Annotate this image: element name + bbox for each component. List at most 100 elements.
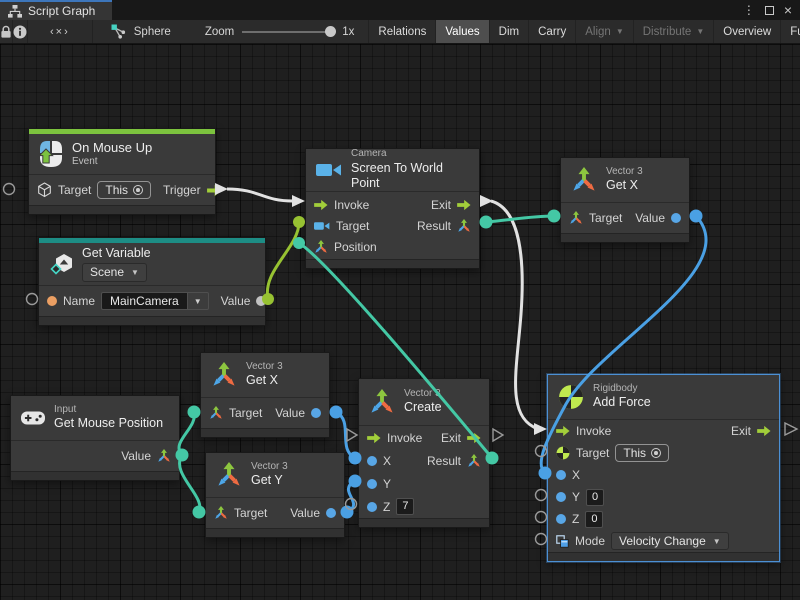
- name-port[interactable]: [47, 296, 57, 306]
- target-this-toggle[interactable]: This: [97, 181, 151, 199]
- window-close-button[interactable]: ×: [784, 2, 792, 18]
- create-exit-port: [493, 429, 503, 441]
- align-caret-icon: ▼: [616, 27, 624, 36]
- wire-variable-to-target[interactable]: [262, 216, 305, 305]
- rigidbody-port-icon[interactable]: [556, 446, 570, 460]
- vector3-port-icon[interactable]: [569, 211, 583, 225]
- invoke-port-label: Invoke: [387, 431, 422, 445]
- flow-arrow-icon[interactable]: [207, 184, 222, 197]
- node-footer: [306, 259, 479, 268]
- wire-exit-to-addforce[interactable]: [480, 195, 547, 435]
- value-port-label: Value: [221, 294, 251, 308]
- lock-icon: [0, 25, 12, 39]
- z-port[interactable]: [367, 502, 377, 512]
- wire-result-to-getx[interactable]: [480, 210, 561, 229]
- variable-scope-dropdown[interactable]: Scene ▼: [82, 263, 147, 282]
- node-footer: [548, 552, 779, 561]
- values-button[interactable]: Values: [435, 20, 488, 43]
- flow-arrow-icon[interactable]: [467, 432, 481, 444]
- value-port[interactable]: [256, 296, 266, 306]
- flow-arrow-icon[interactable]: [457, 199, 471, 211]
- carry-button[interactable]: Carry: [528, 20, 575, 43]
- code-view-button[interactable]: ‹×›: [28, 20, 93, 43]
- fullscreen-button[interactable]: Full Screen: [780, 20, 800, 43]
- vector3-port-icon[interactable]: [467, 454, 481, 468]
- enum-port-icon[interactable]: [556, 535, 569, 548]
- wire-trigger-to-invoke[interactable]: [215, 183, 305, 207]
- distribute-caret-icon: ▼: [696, 27, 704, 36]
- node-caption: Vector 3: [404, 388, 442, 401]
- node-title: Get X: [606, 178, 643, 194]
- zoom-slider[interactable]: [242, 31, 334, 33]
- mode-dropdown[interactable]: Velocity Change ▼: [611, 532, 729, 550]
- align-button[interactable]: Align▼: [575, 20, 633, 43]
- value-port[interactable]: [326, 508, 336, 518]
- vector3-icon: [216, 462, 242, 488]
- lock-button[interactable]: [0, 20, 13, 43]
- mode-port-label: Mode: [575, 534, 605, 548]
- flow-arrow-icon[interactable]: [314, 199, 328, 211]
- relations-button[interactable]: Relations: [368, 20, 435, 43]
- name-port-label: Name: [63, 294, 95, 308]
- create-z-port: [346, 499, 357, 510]
- vector3-port-icon[interactable]: [457, 219, 471, 233]
- zoom-slider-knob[interactable]: [325, 26, 336, 37]
- x-port[interactable]: [367, 456, 377, 466]
- y-value-field[interactable]: 0: [586, 489, 604, 506]
- graph-breadcrumb[interactable]: Sphere: [111, 24, 171, 39]
- graph-canvas[interactable]: On Mouse Up Event Target This Trigger: [0, 44, 800, 600]
- vector3-port-icon[interactable]: [214, 506, 228, 520]
- node-get-y[interactable]: Vector 3 Get Y Target Value: [205, 452, 345, 538]
- node-screen-to-world-point[interactable]: Camera Screen To World Point Invoke Exit…: [305, 148, 480, 269]
- node-title: Get Mouse Position: [54, 416, 163, 432]
- wire-mouse-to-gety[interactable]: [180, 455, 206, 519]
- node-subtitle: Event: [72, 156, 152, 169]
- flow-arrow-icon[interactable]: [556, 425, 570, 437]
- target-port-label: Target: [234, 506, 267, 520]
- node-caption: Vector 3: [246, 361, 283, 374]
- node-title: Get Y: [251, 473, 288, 489]
- window-tab-bar: Script Graph ⋮ ×: [0, 0, 800, 20]
- flow-arrow-icon[interactable]: [757, 425, 771, 437]
- z-value-field[interactable]: 7: [396, 498, 414, 515]
- graph-name: Sphere: [134, 26, 171, 38]
- node-get-x-top[interactable]: Vector 3 Get X Target Value: [560, 157, 690, 243]
- value-port[interactable]: [671, 213, 681, 223]
- distribute-button[interactable]: Distribute▼: [633, 20, 714, 43]
- info-button[interactable]: [13, 20, 28, 43]
- node-get-mouse-position[interactable]: Input Get Mouse Position Value: [10, 395, 180, 481]
- code-view-icon: ‹×›: [36, 26, 84, 38]
- x-port[interactable]: [556, 470, 566, 480]
- target-this-toggle[interactable]: This: [615, 444, 669, 462]
- vector3-port-icon[interactable]: [209, 406, 223, 420]
- node-vector3-create[interactable]: Vector 3 Create Invoke Exit X Result: [358, 378, 490, 528]
- node-on-mouse-up[interactable]: On Mouse Up Event Target This Trigger: [28, 128, 216, 215]
- node-add-force[interactable]: Rigidbody Add Force Invoke Exit Target T…: [547, 374, 780, 562]
- target-port-label: Target: [589, 211, 622, 225]
- node-get-variable[interactable]: Get Variable Scene ▼ Name MainCamera ▼ V…: [38, 237, 266, 326]
- overview-button[interactable]: Overview: [713, 20, 780, 43]
- y-port[interactable]: [367, 479, 377, 489]
- window-maximize-button[interactable]: [765, 6, 774, 15]
- z-port[interactable]: [556, 514, 566, 524]
- script-graph-icon: [8, 5, 22, 18]
- value-port-label: Value: [290, 506, 320, 520]
- variable-name-dropdown[interactable]: MainCamera ▼: [101, 292, 209, 310]
- value-port[interactable]: [311, 408, 321, 418]
- tab-script-graph[interactable]: Script Graph: [0, 0, 112, 20]
- vector3-port-icon[interactable]: [157, 449, 171, 463]
- value-port-label: Value: [635, 211, 665, 225]
- node-caption: Camera: [351, 148, 469, 161]
- window-menu-button[interactable]: ⋮: [743, 3, 755, 17]
- vector3-port-icon[interactable]: [314, 240, 328, 254]
- node-get-x-mid[interactable]: Vector 3 Get X Target Value: [200, 352, 330, 438]
- node-caption: Vector 3: [251, 461, 288, 474]
- camera-port-icon[interactable]: [314, 221, 330, 231]
- z-value-field[interactable]: 0: [585, 511, 603, 528]
- self-target-icon: [651, 448, 661, 458]
- dim-button[interactable]: Dim: [489, 20, 528, 43]
- y-port[interactable]: [556, 492, 566, 502]
- flow-arrow-icon[interactable]: [367, 432, 381, 444]
- event-target-port: [4, 184, 15, 195]
- y-port-label: Y: [383, 477, 391, 491]
